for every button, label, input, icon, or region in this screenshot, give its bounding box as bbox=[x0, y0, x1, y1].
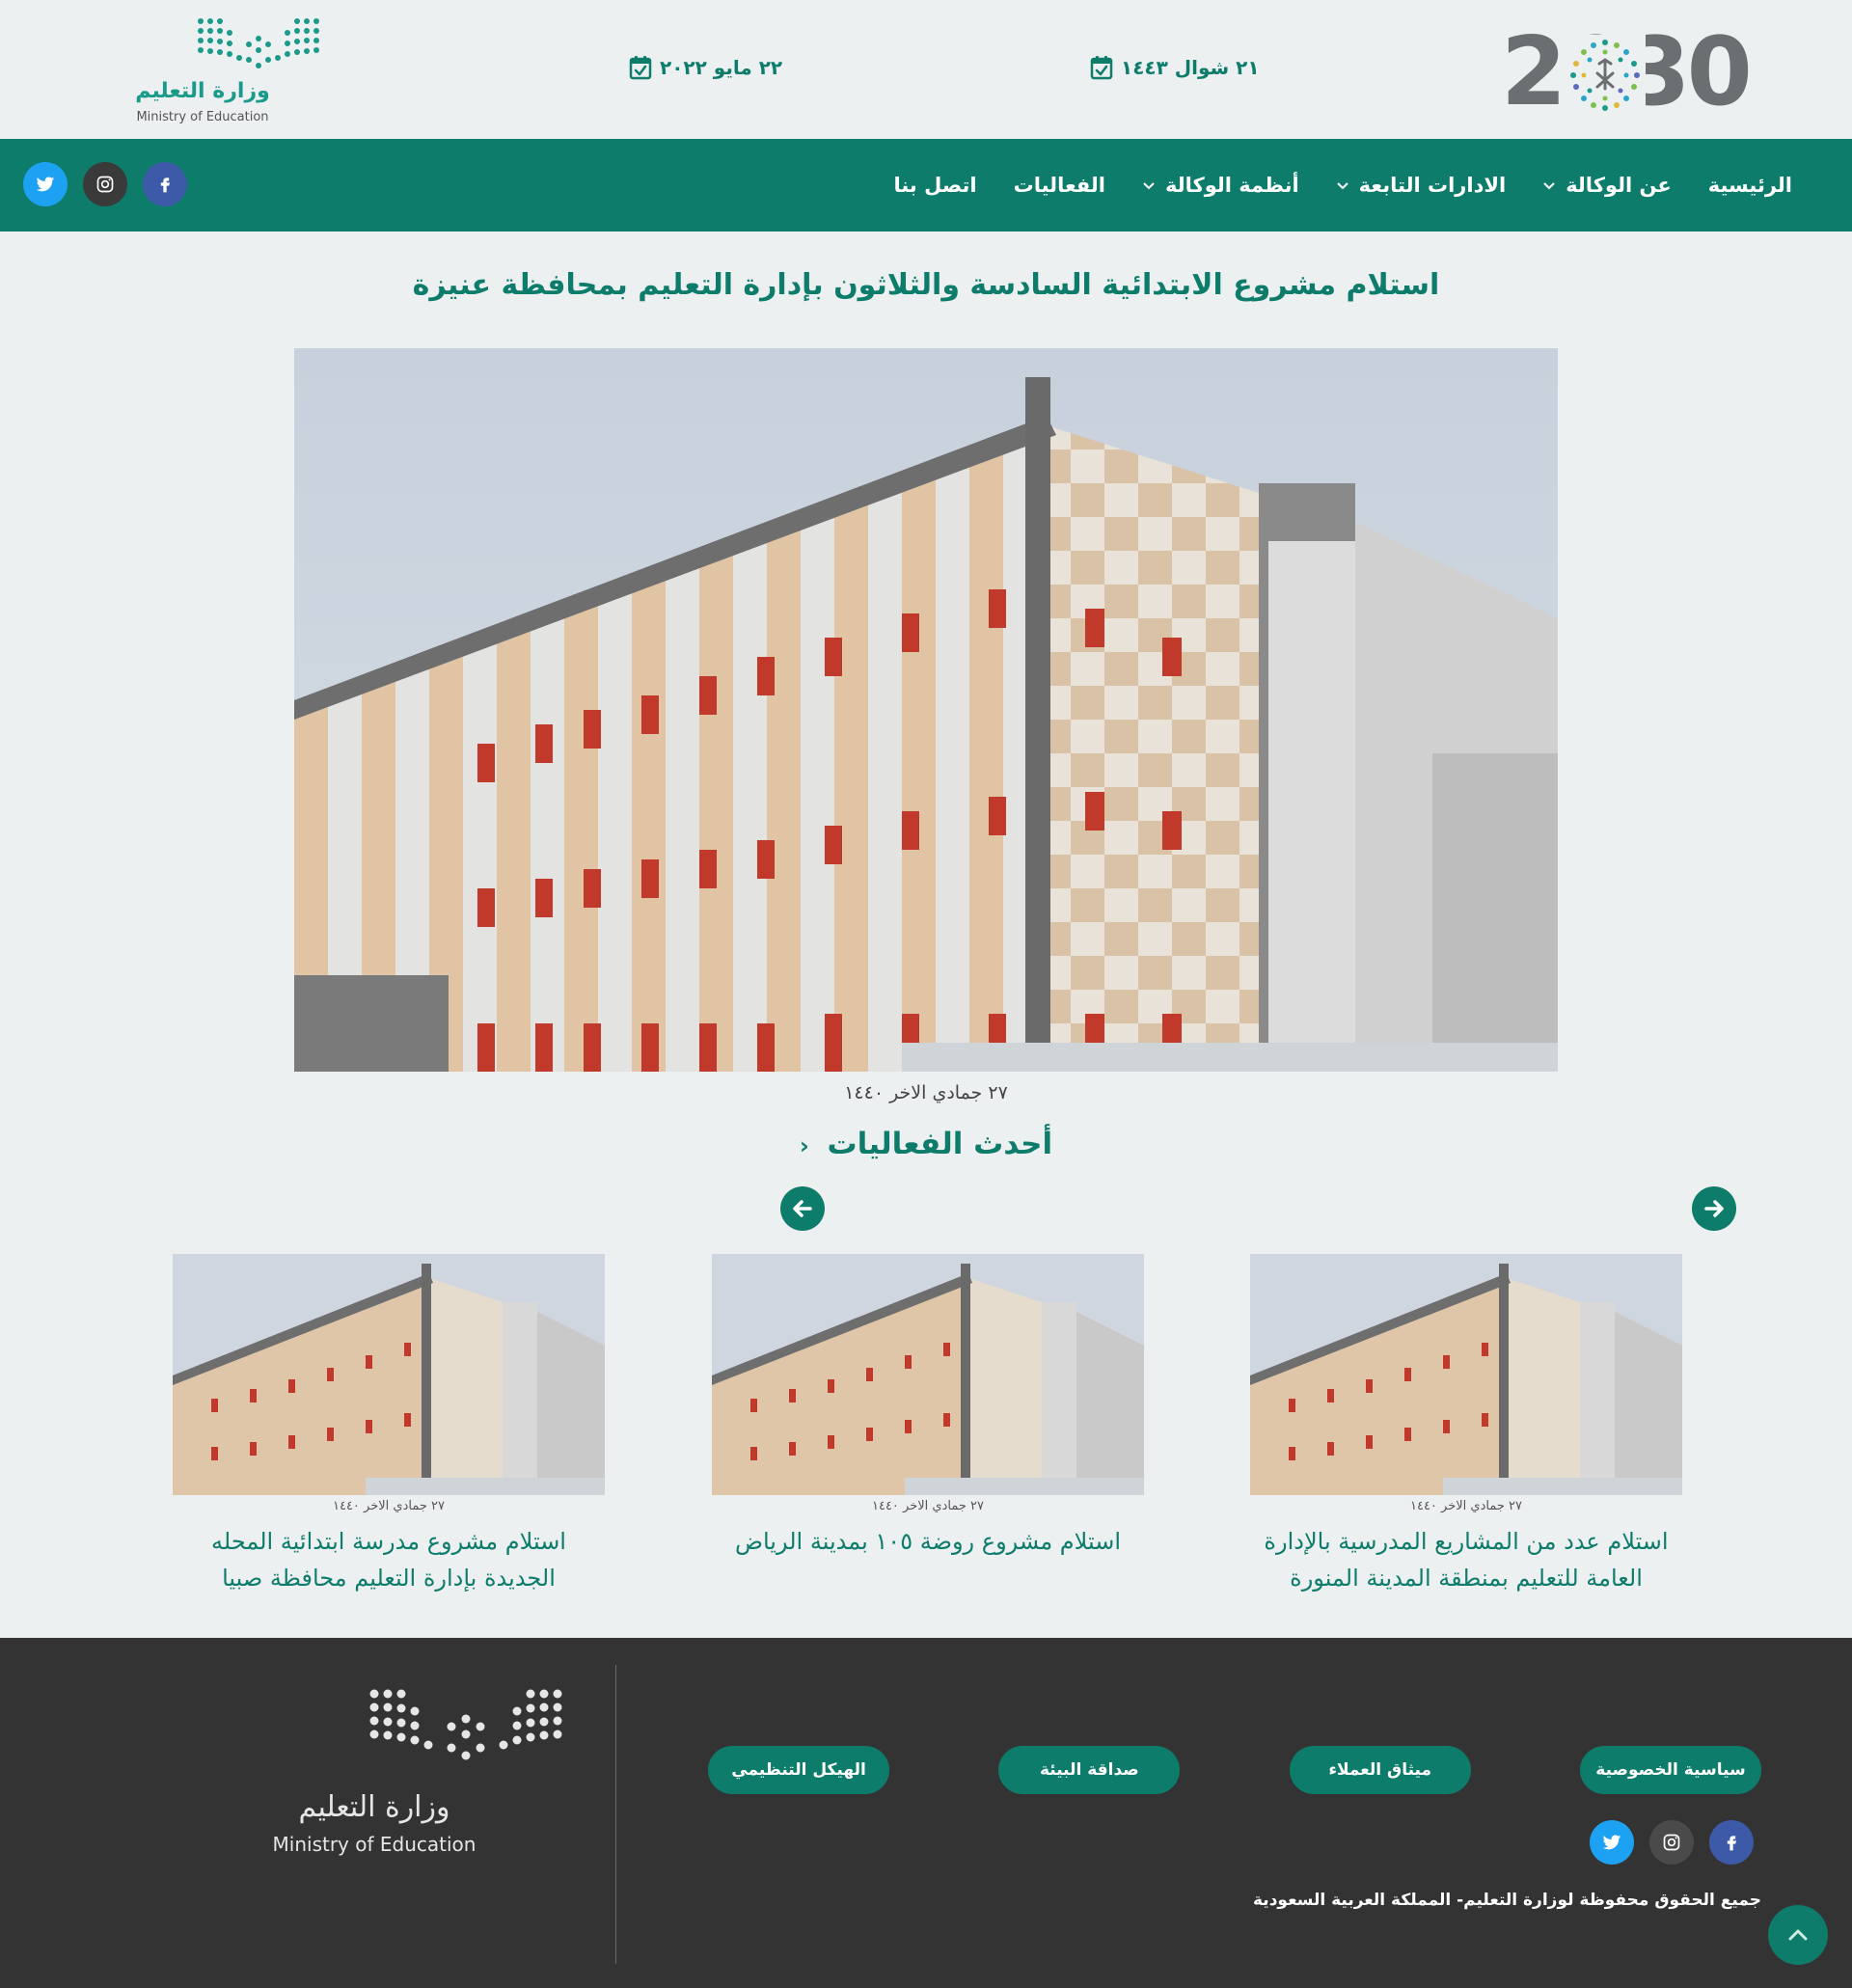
privacy-policy-button[interactable]: سياسية الخصوصية bbox=[1580, 1746, 1761, 1794]
top-header: 2030 ٢١ شوال ١٤٤٣ bbox=[0, 0, 1852, 139]
footer-divider bbox=[615, 1665, 616, 1964]
school-building-thumbnail bbox=[712, 1254, 1144, 1495]
main-navbar: الرئيسية عن الوكالة الادارات التابعة أنظ… bbox=[0, 139, 1852, 231]
instagram-button[interactable] bbox=[1649, 1820, 1694, 1865]
nav-item-events[interactable]: الفعاليات bbox=[1014, 174, 1105, 197]
school-building-thumbnail bbox=[173, 1254, 605, 1495]
instagram-button[interactable] bbox=[83, 162, 127, 206]
ministry-of-education-logo bbox=[369, 1689, 562, 1760]
nav-item-label: اتصل بنا bbox=[893, 174, 977, 197]
twitter-button[interactable] bbox=[23, 162, 68, 206]
event-card-date: ٢٧ جمادي الاخر ١٤٤٠ bbox=[1409, 1499, 1522, 1513]
event-card-title[interactable]: استلام مشروع مدرسة ابتدائية المحله الجدي… bbox=[173, 1523, 605, 1596]
scroll-to-top-button[interactable] bbox=[1768, 1905, 1828, 1965]
customer-charter-button[interactable]: ميثاق العملاء bbox=[1289, 1746, 1471, 1794]
event-card-title[interactable]: استلام مشروع روضة ١٠٥ بمدينة الرياض bbox=[712, 1523, 1144, 1560]
twitter-button[interactable] bbox=[1590, 1820, 1634, 1865]
environment-friendly-button[interactable]: صداقة البيئة bbox=[998, 1746, 1181, 1794]
twitter-icon bbox=[1602, 1835, 1621, 1850]
copyright-text: جميع الحقوق محفوظة لوزارة التعليم- الممل… bbox=[1253, 1891, 1761, 1910]
nav-item-label: أنظمة الوكالة bbox=[1165, 174, 1299, 197]
school-building-image bbox=[294, 348, 1558, 1072]
latest-events-title-text: أحدث الفعاليات bbox=[827, 1127, 1053, 1161]
hijri-date: ٢١ شوال ١٤٤٣ bbox=[1090, 54, 1260, 81]
footer-social-links bbox=[1590, 1820, 1754, 1865]
nav-item-departments[interactable]: الادارات التابعة bbox=[1336, 174, 1507, 197]
event-card-title[interactable]: استلام عدد من المشاريع المدرسية بالإدارة… bbox=[1250, 1523, 1682, 1596]
carousel-prev-button[interactable] bbox=[780, 1186, 825, 1231]
gregorian-date-text: ٢٢ مايو ٢٠٢٢ bbox=[660, 56, 783, 79]
nav-social-links bbox=[23, 162, 187, 206]
article-title: استلام مشروع الابتدائية السادسة والثلاثو… bbox=[412, 268, 1440, 302]
arrow-left-icon bbox=[793, 1200, 812, 1217]
gregorian-date: ٢٢ مايو ٢٠٢٢ bbox=[629, 54, 782, 81]
event-card[interactable]: ٢٧ جمادي الاخر ١٤٤٠ استلام عدد من المشار… bbox=[1250, 1254, 1682, 1596]
facebook-icon bbox=[160, 177, 170, 193]
nav-menu: الرئيسية عن الوكالة الادارات التابعة أنظ… bbox=[893, 139, 1792, 231]
event-card-image[interactable] bbox=[712, 1254, 1144, 1495]
hijri-date-text: ٢١ شوال ١٤٤٣ bbox=[1121, 56, 1260, 79]
site-footer: وزارة التعليم Ministry of Education سياس… bbox=[0, 1638, 1852, 1988]
vision-2030-logo[interactable]: 2030 bbox=[1501, 25, 1753, 120]
nav-item-label: عن الوكالة bbox=[1566, 174, 1672, 197]
instagram-icon bbox=[1663, 1834, 1680, 1851]
instagram-icon bbox=[96, 176, 114, 193]
footer-moe-logo[interactable]: وزارة التعليم Ministry of Education bbox=[239, 1686, 569, 1869]
chevron-down-icon bbox=[1336, 182, 1348, 190]
nav-item-about[interactable]: عن الوكالة bbox=[1542, 174, 1672, 197]
nav-item-label: الفعاليات bbox=[1013, 174, 1106, 197]
chevron-down-icon bbox=[1543, 182, 1555, 190]
event-card-date: ٢٧ جمادي الاخر ١٤٤٠ bbox=[871, 1499, 984, 1513]
facebook-icon bbox=[1727, 1836, 1736, 1851]
latest-events-title: أحدث الفعاليات ‹ bbox=[0, 1127, 1852, 1161]
twitter-icon bbox=[36, 177, 55, 192]
org-structure-button[interactable]: الهيكل التنظيمي bbox=[708, 1746, 890, 1794]
calendar-check-icon bbox=[1090, 56, 1113, 80]
vision-2030-emblem-icon bbox=[1565, 35, 1646, 116]
nav-item-label: الرئيسية bbox=[1707, 174, 1792, 197]
chevron-left-icon: ‹ bbox=[799, 1132, 809, 1159]
carousel-next-button[interactable] bbox=[1692, 1186, 1736, 1231]
school-building-thumbnail bbox=[1250, 1254, 1682, 1495]
facebook-button[interactable] bbox=[1709, 1820, 1754, 1865]
event-card-image[interactable] bbox=[1250, 1254, 1682, 1495]
article-hero-image bbox=[294, 348, 1558, 1072]
nav-item-systems[interactable]: أنظمة الوكالة bbox=[1142, 174, 1299, 197]
nav-item-home[interactable]: الرئيسية bbox=[1708, 174, 1792, 197]
event-card-date: ٢٧ جمادي الاخر ١٤٤٠ bbox=[332, 1499, 445, 1513]
event-card[interactable]: ٢٧ جمادي الاخر ١٤٤٠ استلام مشروع مدرسة ا… bbox=[173, 1254, 605, 1596]
article-date: ٢٧ جمادي الاخر ١٤٤٠ bbox=[844, 1082, 1008, 1103]
facebook-button[interactable] bbox=[143, 162, 187, 206]
chevron-down-icon bbox=[1143, 182, 1155, 190]
chevron-up-icon bbox=[1788, 1929, 1808, 1941]
event-card[interactable]: ٢٧ جمادي الاخر ١٤٤٠ استلام مشروع روضة ١٠… bbox=[712, 1254, 1144, 1560]
calendar-check-icon bbox=[629, 56, 652, 80]
arrow-right-icon bbox=[1704, 1200, 1724, 1217]
footer-moe-logo-arabic-text: وزارة التعليم bbox=[298, 1790, 450, 1824]
moe-logo-english-text: Ministry of Education bbox=[136, 110, 269, 124]
event-card-image[interactable] bbox=[173, 1254, 605, 1495]
footer-moe-logo-english-text: Ministry of Education bbox=[272, 1833, 477, 1856]
nav-item-label: الادارات التابعة bbox=[1358, 174, 1507, 197]
nav-item-contact[interactable]: اتصل بنا bbox=[893, 174, 976, 197]
moe-logo-arabic-text: وزارة التعليم bbox=[135, 79, 270, 103]
footer-links: سياسية الخصوصية ميثاق العملاء صداقة البي… bbox=[708, 1746, 1761, 1794]
